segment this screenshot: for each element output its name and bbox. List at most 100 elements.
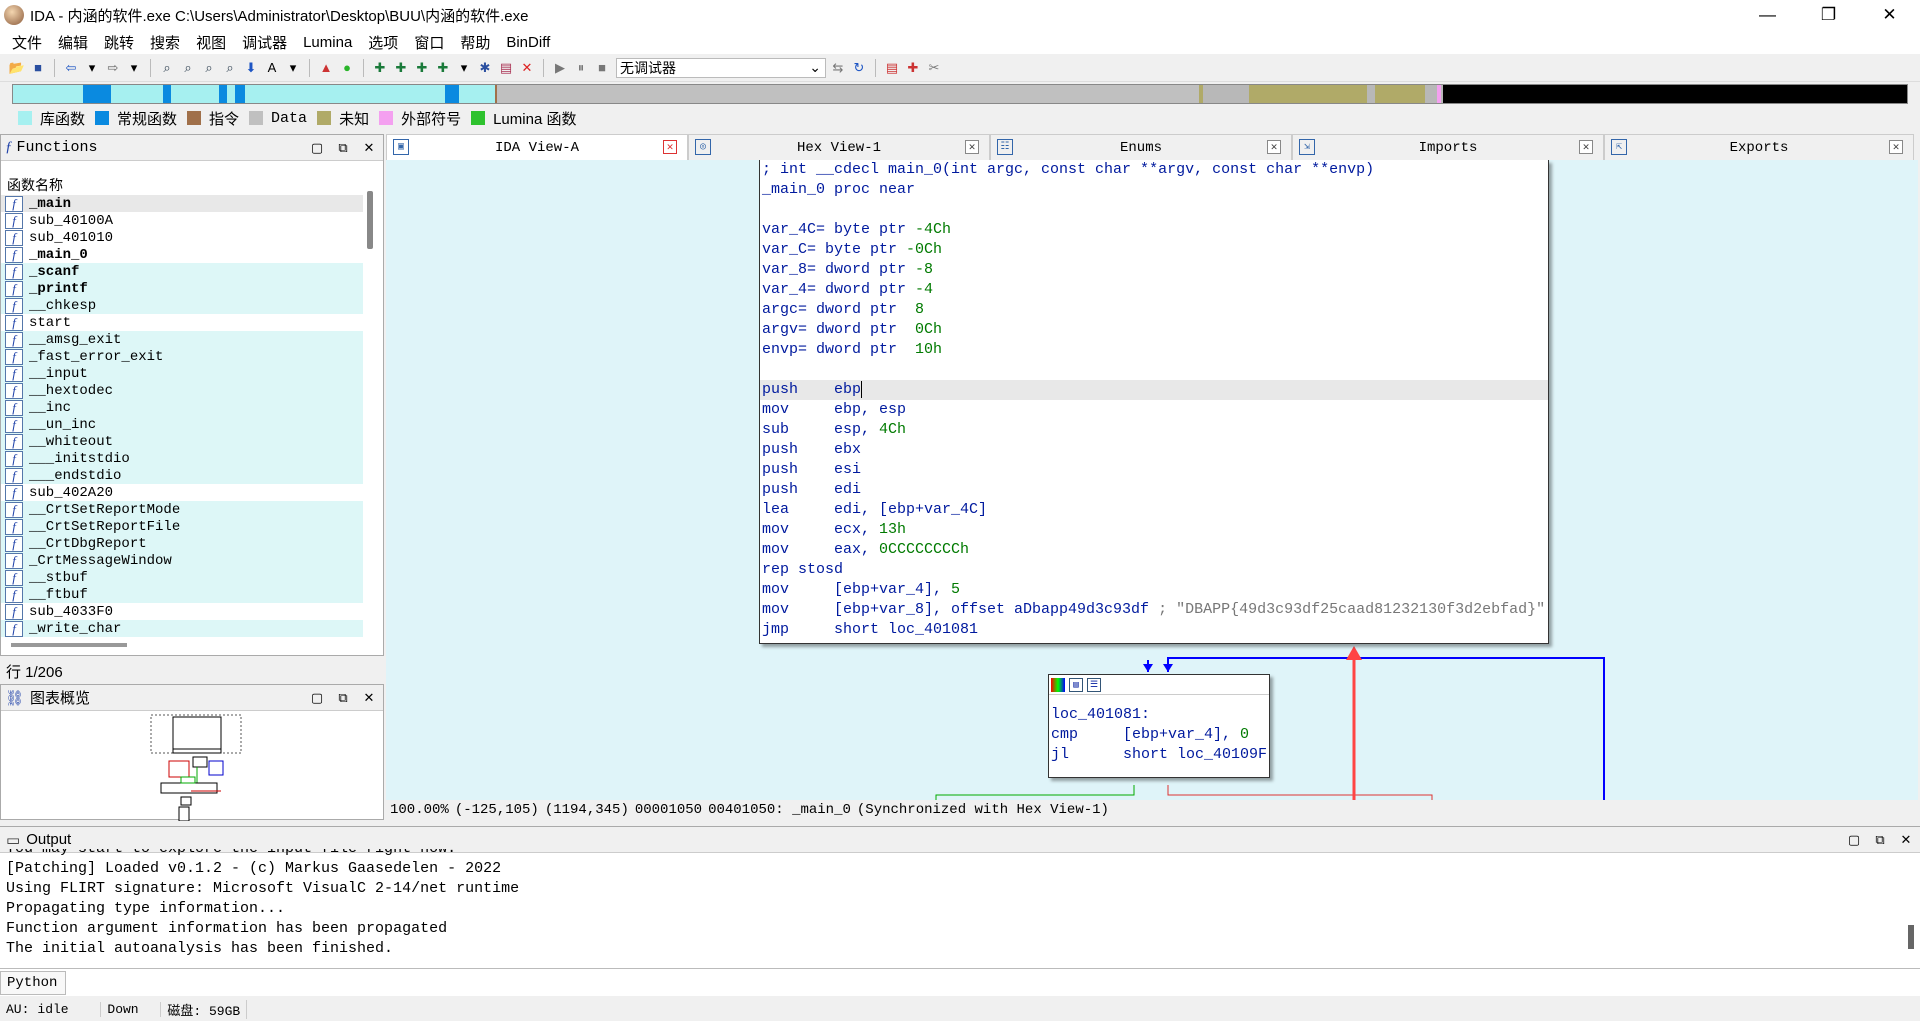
function-list-hscrollbar[interactable] xyxy=(11,643,127,647)
add-struct-icon[interactable]: ✚ xyxy=(392,59,410,77)
function-list-item[interactable]: f __whiteout xyxy=(1,433,363,450)
stop-icon[interactable]: ■ xyxy=(593,59,611,77)
maximize-button[interactable]: ❐ xyxy=(1798,0,1859,30)
close-button[interactable]: ✕ xyxy=(1859,0,1920,30)
function-name-column-header[interactable]: 函数名称 xyxy=(7,175,63,195)
function-list-item[interactable]: f __input xyxy=(1,365,363,382)
tab-close-icon[interactable]: ✕ xyxy=(965,140,979,154)
tab-close-icon[interactable]: ✕ xyxy=(1889,140,1903,154)
tab-exports[interactable]: ⇱ Exports ✕ xyxy=(1604,134,1914,160)
panel-close-icon[interactable]: ✕ xyxy=(361,140,377,156)
tab-close-icon[interactable]: ✕ xyxy=(663,140,677,154)
code-block-loc-401081[interactable]: ▤ ☰ loc_401081: cmp [ebp+var_4], 0 jl shor… xyxy=(1048,674,1270,778)
search-immediate-icon[interactable]: ⌕ xyxy=(200,59,218,77)
forward-icon[interactable]: ⇨ xyxy=(104,59,122,77)
disasm-line[interactable]: jmp short loc_401081 xyxy=(760,620,1548,640)
disasm-line[interactable]: push esi xyxy=(760,460,1548,480)
disasm-line[interactable]: argv= dword ptr 0Ch xyxy=(760,320,1548,340)
panel-maximize-icon[interactable]: ▢ xyxy=(309,140,325,156)
block-image-icon[interactable]: ▤ xyxy=(1069,677,1083,692)
function-list-item[interactable]: f _printf xyxy=(1,280,363,297)
disasm-line[interactable]: envp= dword ptr 10h xyxy=(760,340,1548,360)
output-scrollbar[interactable] xyxy=(1908,925,1914,949)
disasm-line[interactable]: _main_0 proc near xyxy=(760,180,1548,200)
green-circle-icon[interactable]: ● xyxy=(338,59,356,77)
panel-float-icon[interactable]: ⧉ xyxy=(335,140,351,156)
add-enum-icon[interactable]: ✚ xyxy=(413,59,431,77)
disasm-line[interactable]: cmp [ebp+var_4], 0 xyxy=(1049,725,1269,745)
panel-close-icon[interactable]: ✕ xyxy=(1898,832,1914,848)
plugin-icon[interactable]: ✱ xyxy=(476,59,494,77)
dropdown-arrow-icon[interactable]: ▾ xyxy=(125,59,143,77)
tab-close-icon[interactable]: ✕ xyxy=(1579,140,1593,154)
disasm-line[interactable]: mov eax, 0CCCCCCCCh xyxy=(760,540,1548,560)
function-list-item[interactable]: f ___endstdio xyxy=(1,467,363,484)
refresh-icon[interactable]: ↻ xyxy=(850,59,868,77)
add-function-icon[interactable]: ✚ xyxy=(371,59,389,77)
panel-float-icon[interactable]: ⧉ xyxy=(335,690,351,706)
dropdown-arrow-icon[interactable]: ▾ xyxy=(455,59,473,77)
disasm-line[interactable]: lea edi, [ebp+var_4C] xyxy=(760,500,1548,520)
debugger-select[interactable]: 无调试器 ⌄ xyxy=(616,57,826,78)
function-list-item[interactable]: f _fast_error_exit xyxy=(1,348,363,365)
menu-options[interactable]: 选项 xyxy=(360,32,406,53)
disasm-line[interactable]: var_8= dword ptr -8 xyxy=(760,260,1548,280)
tab-hex-view-1[interactable]: ◎ Hex View-1 ✕ xyxy=(688,134,990,160)
panel-maximize-icon[interactable]: ▢ xyxy=(309,690,325,706)
disasm-line[interactable]: var_C= byte ptr -0Ch xyxy=(760,240,1548,260)
disasm-line[interactable]: mov ebp, esp xyxy=(760,400,1548,420)
function-list-item[interactable]: f _main_0 xyxy=(1,246,363,263)
color-icon[interactable] xyxy=(1051,677,1065,692)
function-list-scrollbar[interactable] xyxy=(367,191,373,249)
function-list-item[interactable]: f __inc xyxy=(1,399,363,416)
menu-bindiff[interactable]: BinDiff xyxy=(498,34,558,51)
python-language-button[interactable]: Python xyxy=(0,970,66,995)
disasm-line[interactable]: var_4C= byte ptr -4Ch xyxy=(760,220,1548,240)
search-next-icon[interactable]: ⌕ xyxy=(221,59,239,77)
menu-windows[interactable]: 窗口 xyxy=(406,32,452,53)
add-xref-icon[interactable]: ✚ xyxy=(434,59,452,77)
disasm-line[interactable]: mov ecx, 13h xyxy=(760,520,1548,540)
back-icon[interactable]: ⇦ xyxy=(62,59,80,77)
function-list-item[interactable]: f _main xyxy=(1,195,363,212)
menu-lumina[interactable]: Lumina xyxy=(295,34,360,51)
function-list-item[interactable]: f __chkesp xyxy=(1,297,363,314)
disasm-line[interactable]: push edi xyxy=(760,480,1548,500)
jump-down-icon[interactable]: ⬇ xyxy=(242,59,260,77)
disasm-line[interactable]: loc_401081: xyxy=(1049,705,1269,725)
save-icon[interactable]: ■ xyxy=(29,59,47,77)
function-list-item[interactable]: f _write_char xyxy=(1,620,363,637)
graph-overview-minimap[interactable] xyxy=(1,711,385,821)
function-list-item[interactable]: f __amsg_exit xyxy=(1,331,363,348)
python-command-input[interactable] xyxy=(66,971,1920,995)
function-list-item[interactable]: f __ftbuf xyxy=(1,586,363,603)
tab-enums[interactable]: ☷ Enums ✕ xyxy=(990,134,1292,160)
code-block-main[interactable]: ; int __cdecl main_0(int argc, const cha… xyxy=(759,160,1549,644)
function-list-item[interactable]: f __un_inc xyxy=(1,416,363,433)
function-list-item[interactable]: f __stbuf xyxy=(1,569,363,586)
image-icon[interactable]: ▤ xyxy=(497,59,515,77)
disasm-line[interactable]: jl short loc_40109F xyxy=(1049,745,1269,765)
disasm-line[interactable]: ; int __cdecl main_0(int argc, const cha… xyxy=(760,160,1548,180)
function-list-item[interactable]: f sub_40100A xyxy=(1,212,363,229)
open-icon[interactable]: 📂 xyxy=(8,59,26,77)
tab-ida-view-a[interactable]: ▣ IDA View-A ✕ xyxy=(386,134,688,160)
dropdown-arrow-icon[interactable]: ▾ xyxy=(83,59,101,77)
menu-help[interactable]: 帮助 xyxy=(452,32,498,53)
add-breakpoint-icon[interactable]: ✚ xyxy=(904,59,922,77)
disasm-line[interactable] xyxy=(760,200,1548,220)
disasm-line[interactable]: sub esp, 4Ch xyxy=(760,420,1548,440)
breakpoint-list-icon[interactable]: ▤ xyxy=(883,59,901,77)
function-list-item[interactable]: f ___initstdio xyxy=(1,450,363,467)
menu-debugger[interactable]: 调试器 xyxy=(234,32,295,53)
attach-icon[interactable]: ⇆ xyxy=(829,59,847,77)
search-binary-icon[interactable]: ⌕ xyxy=(158,59,176,77)
function-list-item[interactable]: f __CrtSetReportFile xyxy=(1,518,363,535)
menu-jump[interactable]: 跳转 xyxy=(96,32,142,53)
panel-close-icon[interactable]: ✕ xyxy=(361,690,377,706)
pause-icon[interactable]: ⏸ xyxy=(572,59,590,77)
run-icon[interactable]: ▶ xyxy=(551,59,569,77)
delete-icon[interactable]: ✕ xyxy=(518,59,536,77)
minimize-button[interactable]: — xyxy=(1737,0,1798,30)
menu-view[interactable]: 视图 xyxy=(188,32,234,53)
